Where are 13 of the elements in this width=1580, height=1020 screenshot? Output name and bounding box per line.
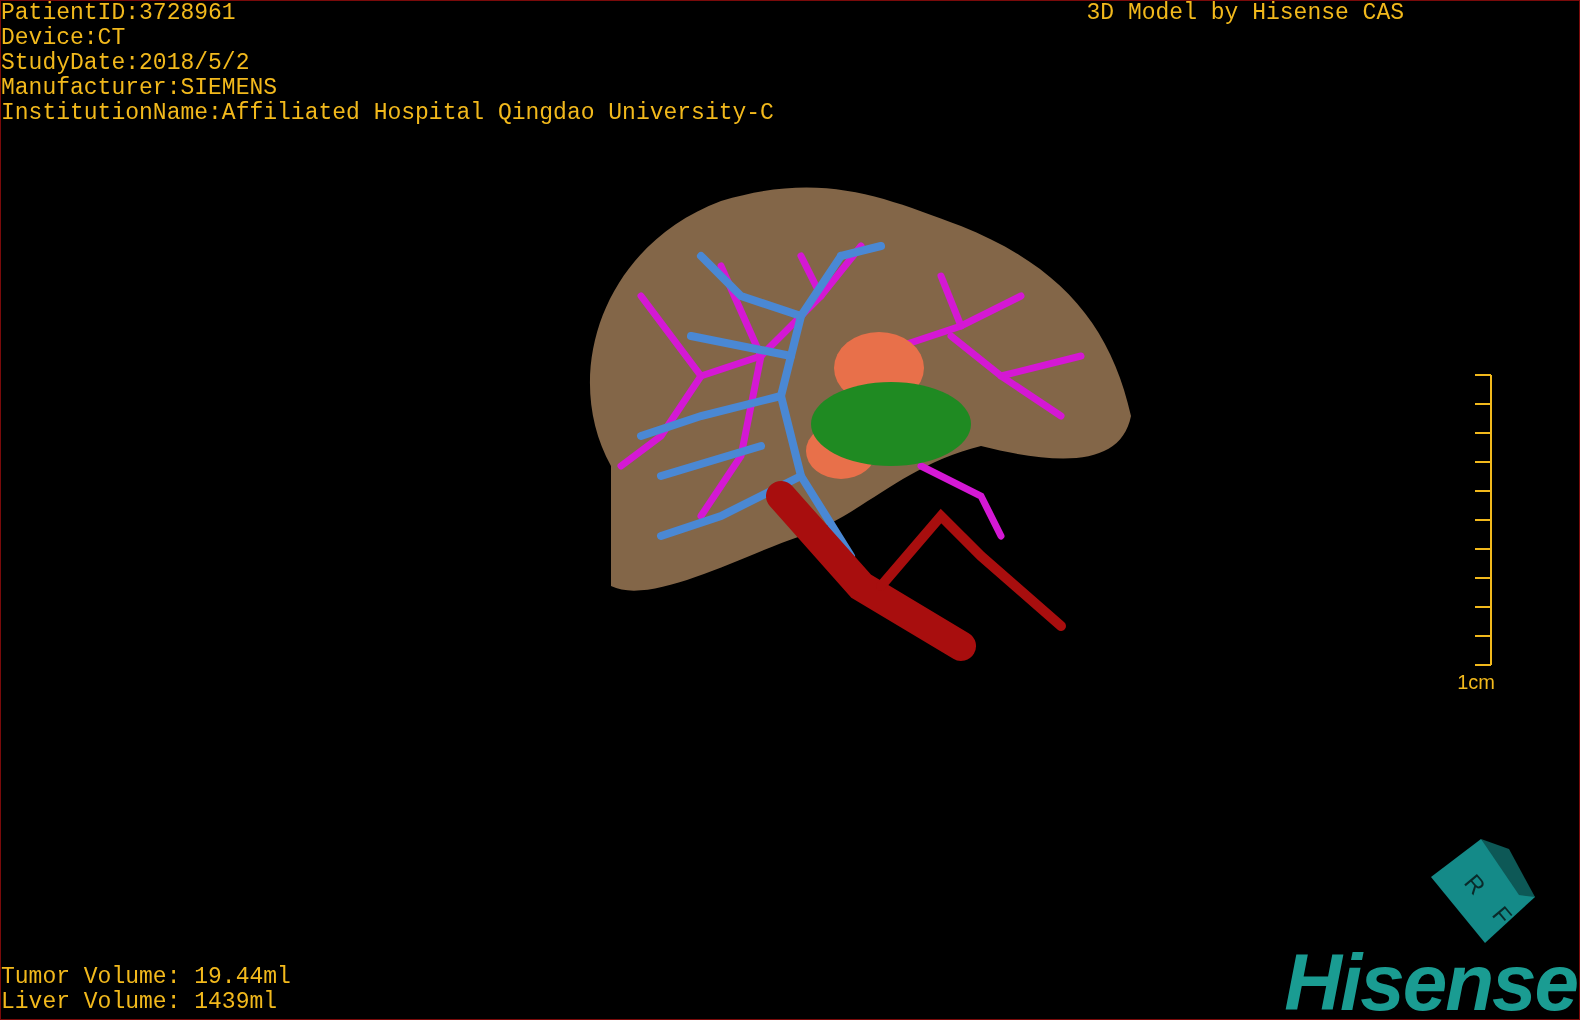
patient-info-text: StudyDate:2018/5/2 (1, 51, 251, 76)
viewer-title: 3D Model by Hisense CAS (1086, 1, 1404, 28)
orientation-cube-drawing[interactable] (1431, 839, 1535, 943)
scale-label: 1cm (1457, 671, 1495, 693)
cube-face-label: F (1487, 900, 1518, 930)
brand-logo: Hisense (1284, 947, 1577, 1019)
patient-info-text: Device:CT (1, 26, 127, 51)
patient-info-text: InstitutionName:Affiliated Hospital Qingdao University-C (1, 101, 774, 126)
cube-face-label: R (1459, 868, 1491, 900)
patient-info-text: PatientID:3728961 (1, 1, 237, 26)
volume-text: Tumor Volume: 19.44ml (1, 965, 291, 990)
patient-info-text: Manufacturer:SIEMENS (1, 76, 279, 101)
volume-text: Liver Volume: 1439ml (1, 990, 279, 1015)
